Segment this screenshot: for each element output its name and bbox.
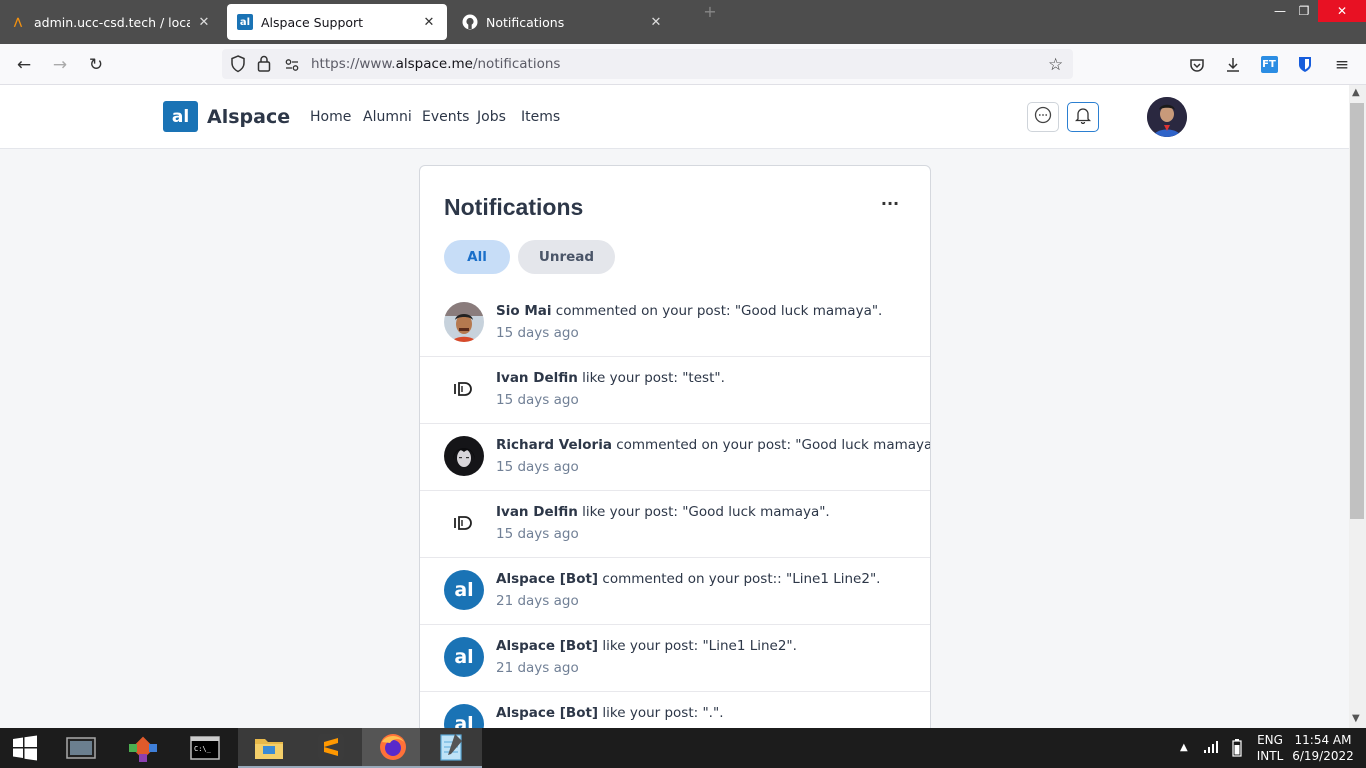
phpmyadmin-icon: ⋀ (13, 16, 23, 28)
back-arrow-icon[interactable]: ← (8, 44, 40, 85)
filter-all-button[interactable]: All (444, 240, 510, 274)
avatar (444, 436, 484, 476)
notification-time: 15 days ago (496, 325, 579, 341)
tab-title: Notifications (486, 14, 565, 30)
notification-item[interactable]: Sio Mai commented on your post: "Good lu… (420, 290, 930, 357)
alspace-bot-avatar: al (444, 570, 484, 610)
close-icon[interactable]: ✕ (196, 15, 212, 30)
command-prompt-icon[interactable]: C:\_ (174, 728, 236, 768)
notepad-icon[interactable] (420, 728, 482, 768)
notification-time: 21 days ago (496, 660, 579, 676)
bitwarden-icon[interactable] (1289, 44, 1321, 85)
new-tab-plus-icon[interactable]: + (692, 0, 728, 22)
messages-button[interactable] (1027, 102, 1059, 132)
notification-item[interactable]: Ivan Delfin like your post: "test". 15 d… (420, 357, 930, 424)
start-windows-icon[interactable] (0, 728, 50, 768)
notification-time: 15 days ago (496, 392, 579, 408)
menu-hamburger-icon[interactable]: ≡ (1326, 44, 1358, 85)
bookmark-star-icon[interactable]: ☆ (1048, 55, 1063, 75)
alspace-bot-avatar: al (444, 637, 484, 677)
more-options-icon[interactable]: ··· (876, 194, 904, 218)
tray-chevron-up-icon[interactable]: ▲ (1180, 740, 1188, 756)
close-icon[interactable]: ✕ (648, 15, 664, 30)
notification-time: 15 days ago (496, 459, 579, 475)
file-explorer-icon[interactable] (238, 728, 300, 768)
tab-title: admin.ucc-csd.tech / localhost (34, 14, 190, 30)
id-logo-icon (444, 369, 484, 409)
notifications-button[interactable] (1067, 102, 1099, 132)
system-clock[interactable]: 11:54 AM 6/19/2022 (1292, 732, 1354, 764)
scroll-down-icon[interactable]: ▼ (1352, 713, 1360, 724)
permissions-icon[interactable] (285, 57, 299, 76)
battery-icon[interactable] (1232, 739, 1242, 761)
git-gui-icon[interactable] (112, 728, 174, 768)
pocket-icon[interactable] (1181, 44, 1213, 85)
notification-time: 21 days ago (496, 593, 579, 609)
svg-text:C:\_: C:\_ (194, 745, 212, 753)
notification-item[interactable]: al Alspace [Bot] commented on your post:… (420, 558, 930, 625)
notification-item[interactable]: Ivan Delfin like your post: "Good luck m… (420, 491, 930, 558)
nav-jobs[interactable]: Jobs (477, 109, 506, 125)
notification-text: Sio Mai commented on your post: "Good lu… (496, 303, 883, 319)
notification-text: Alspace [Bot] like your post: ".". (496, 705, 724, 721)
notification-text: Ivan Delfin like your post: "Good luck m… (496, 504, 830, 520)
alspace-favicon-icon: al (237, 14, 253, 30)
nav-events[interactable]: Events (422, 109, 469, 125)
notification-item[interactable]: al Alspace [Bot] like your post: "Line1 … (420, 625, 930, 692)
alspace-bot-avatar: al (444, 704, 484, 728)
github-icon (462, 14, 478, 30)
download-icon[interactable] (1217, 44, 1249, 85)
notification-item[interactable]: Richard Veloria commented on your post: … (420, 424, 931, 491)
close-icon[interactable]: ✕ (421, 15, 437, 30)
scrollbar-thumb[interactable] (1350, 103, 1364, 519)
notification-time: 15 days ago (496, 526, 579, 542)
notification-item[interactable]: al Alspace [Bot] like your post: ".". (420, 692, 930, 728)
close-window-icon[interactable]: ✕ (1318, 0, 1366, 22)
firefox-icon[interactable] (362, 728, 424, 768)
shield-icon[interactable] (230, 55, 246, 77)
notification-text: Richard Veloria commented on your post: … (496, 437, 931, 453)
windows-taskbar: C:\_ ▲ ENG INTL 11:54 AM 6/19/2022 (0, 728, 1366, 768)
page-title: Notifications (444, 194, 584, 220)
chat-bubble-icon (1034, 106, 1052, 128)
browser-tab-bar: ⋀ admin.ucc-csd.tech / localhost ✕ al Al… (0, 0, 1366, 44)
task-view-icon[interactable] (50, 728, 112, 768)
forward-arrow-icon[interactable]: → (44, 44, 76, 85)
tab-alspace-support[interactable]: al Alspace Support ✕ (227, 4, 447, 40)
reload-icon[interactable]: ↻ (80, 44, 112, 85)
browser-navigation-bar: ← → ↻ https://www.alspace.me/notificatio… (0, 44, 1366, 85)
user-avatar[interactable] (1147, 97, 1187, 137)
filter-unread-button[interactable]: Unread (518, 240, 615, 274)
alspace-logo[interactable]: al (163, 101, 198, 132)
id-logo-icon (444, 503, 484, 543)
notification-text: Alspace [Bot] like your post: "Line1 Lin… (496, 638, 797, 654)
avatar (444, 302, 484, 342)
bell-icon (1074, 106, 1092, 128)
nav-alumni[interactable]: Alumni (363, 109, 412, 125)
tab-admin[interactable]: ⋀ admin.ucc-csd.tech / localhost ✕ (0, 0, 222, 44)
nav-items[interactable]: Items (521, 109, 560, 125)
brand-name[interactable]: Alspace (207, 106, 290, 128)
tab-notifications[interactable]: Notifications ✕ (452, 0, 674, 44)
web-page: al Alspace Home Alumni Events Jobs Items… (0, 85, 1349, 728)
network-signal-icon[interactable] (1203, 740, 1219, 758)
notification-text: Alspace [Bot] commented on your post:: "… (496, 571, 881, 587)
sublime-text-icon[interactable] (300, 728, 362, 768)
url-bar[interactable]: https://www.alspace.me/notifications ☆ (222, 49, 1073, 79)
tab-title: Alspace Support (261, 14, 364, 30)
lock-icon[interactable] (257, 55, 271, 76)
notification-text: Ivan Delfin like your post: "test". (496, 370, 725, 386)
nav-home[interactable]: Home (310, 109, 351, 125)
notifications-card: Notifications ··· All Unread Sio Mai com… (419, 165, 931, 728)
scroll-up-icon[interactable]: ▲ (1352, 87, 1360, 98)
restore-icon[interactable]: ❐ (1286, 0, 1322, 22)
input-language-indicator[interactable]: ENG INTL (1254, 732, 1286, 764)
extension-ft-icon[interactable]: FT (1253, 44, 1285, 85)
site-header: al Alspace Home Alumni Events Jobs Items (0, 85, 1349, 149)
url-text[interactable]: https://www.alspace.me/notifications (311, 56, 560, 72)
